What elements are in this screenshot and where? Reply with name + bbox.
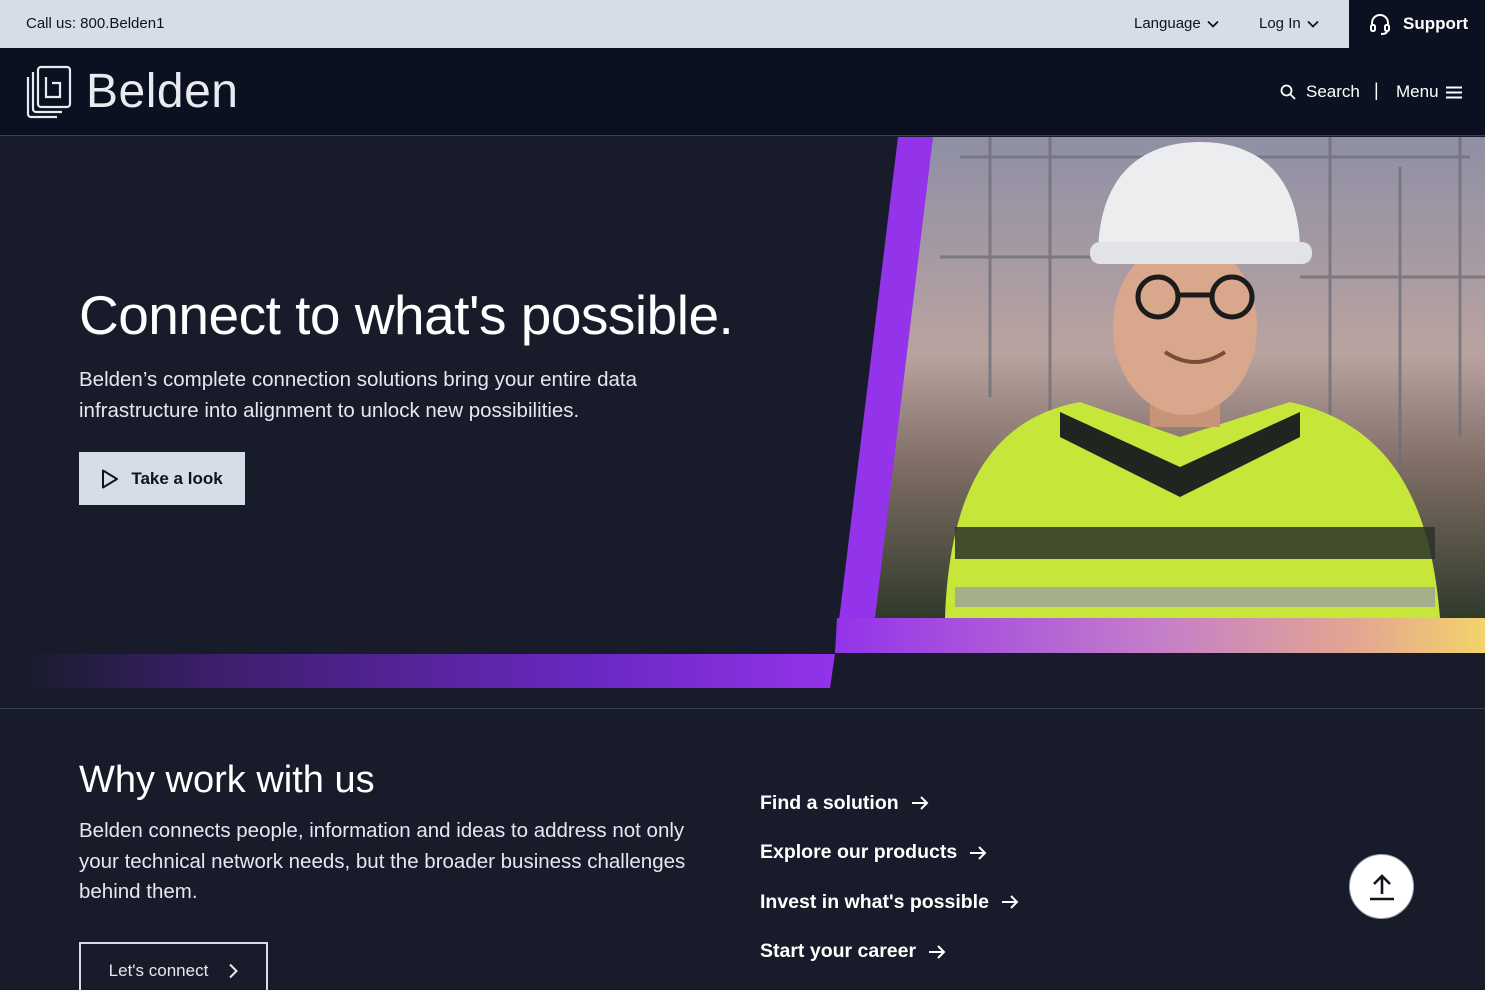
link-label: Invest in what's possible	[760, 890, 989, 913]
login-label: Log In	[1259, 15, 1301, 32]
hero-title: Connect to what's possible.	[79, 284, 734, 346]
why-title: Why work with us	[79, 759, 375, 801]
headset-icon	[1370, 14, 1390, 35]
start-career-link[interactable]: Start your career	[760, 939, 1019, 965]
search-icon	[1280, 84, 1296, 100]
menu-button[interactable]: Menu	[1396, 82, 1462, 102]
support-button[interactable]: Support	[1349, 0, 1485, 48]
back-to-top-button[interactable]	[1349, 854, 1414, 919]
search-label: Search	[1306, 82, 1360, 101]
invest-link[interactable]: Invest in what's possible	[760, 889, 1019, 915]
hero-description: Belden’s complete connection solutions b…	[79, 368, 638, 422]
link-label: Explore our products	[760, 841, 958, 863]
arrow-right-icon	[970, 845, 987, 860]
main-header: Belden Search | Menu	[0, 48, 1485, 136]
why-links: Find a solution Explore our products Inv…	[760, 790, 1019, 988]
link-label: Start your career	[760, 940, 917, 962]
hero-section: Connect to what's possible. Belden’s com…	[0, 137, 1485, 708]
arrow-up-icon	[1369, 873, 1394, 900]
arrow-right-icon	[1001, 895, 1019, 909]
belden-logo-mark	[26, 65, 72, 119]
chevron-down-icon	[1307, 20, 1319, 28]
language-label: Language	[1134, 15, 1201, 32]
why-description: Belden connects people, information and …	[79, 819, 686, 903]
play-icon	[102, 469, 119, 488]
utility-bar: Call us: 800.Belden1 Language Log In Sup…	[0, 0, 1485, 48]
link-label: Find a solution	[760, 791, 899, 814]
chevron-down-icon	[1207, 20, 1219, 28]
call-us-text[interactable]: Call us: 800.Belden1	[26, 15, 164, 32]
menu-label: Menu	[1396, 82, 1439, 101]
belden-logo[interactable]: Belden	[26, 65, 238, 119]
support-label: Support	[1403, 14, 1469, 33]
language-dropdown[interactable]: Language	[1134, 15, 1219, 32]
take-a-look-button[interactable]: Take a look	[79, 452, 245, 505]
header-separator: |	[1374, 80, 1379, 100]
login-dropdown[interactable]: Log In	[1259, 15, 1319, 32]
explore-products-link[interactable]: Explore our products	[760, 840, 1019, 866]
chevron-right-icon	[229, 963, 239, 979]
search-button[interactable]: Search	[1280, 82, 1360, 102]
arrow-right-icon	[911, 796, 929, 810]
section-divider	[0, 708, 1485, 709]
lets-connect-label: Let's connect	[108, 961, 209, 980]
lets-connect-button[interactable]: Let's connect	[79, 942, 268, 990]
take-a-look-label: Take a look	[131, 468, 223, 488]
arrow-right-icon	[929, 944, 946, 959]
hamburger-icon	[1445, 86, 1462, 98]
logo-wordmark: Belden	[86, 65, 239, 118]
find-solution-link[interactable]: Find a solution	[760, 790, 1019, 816]
